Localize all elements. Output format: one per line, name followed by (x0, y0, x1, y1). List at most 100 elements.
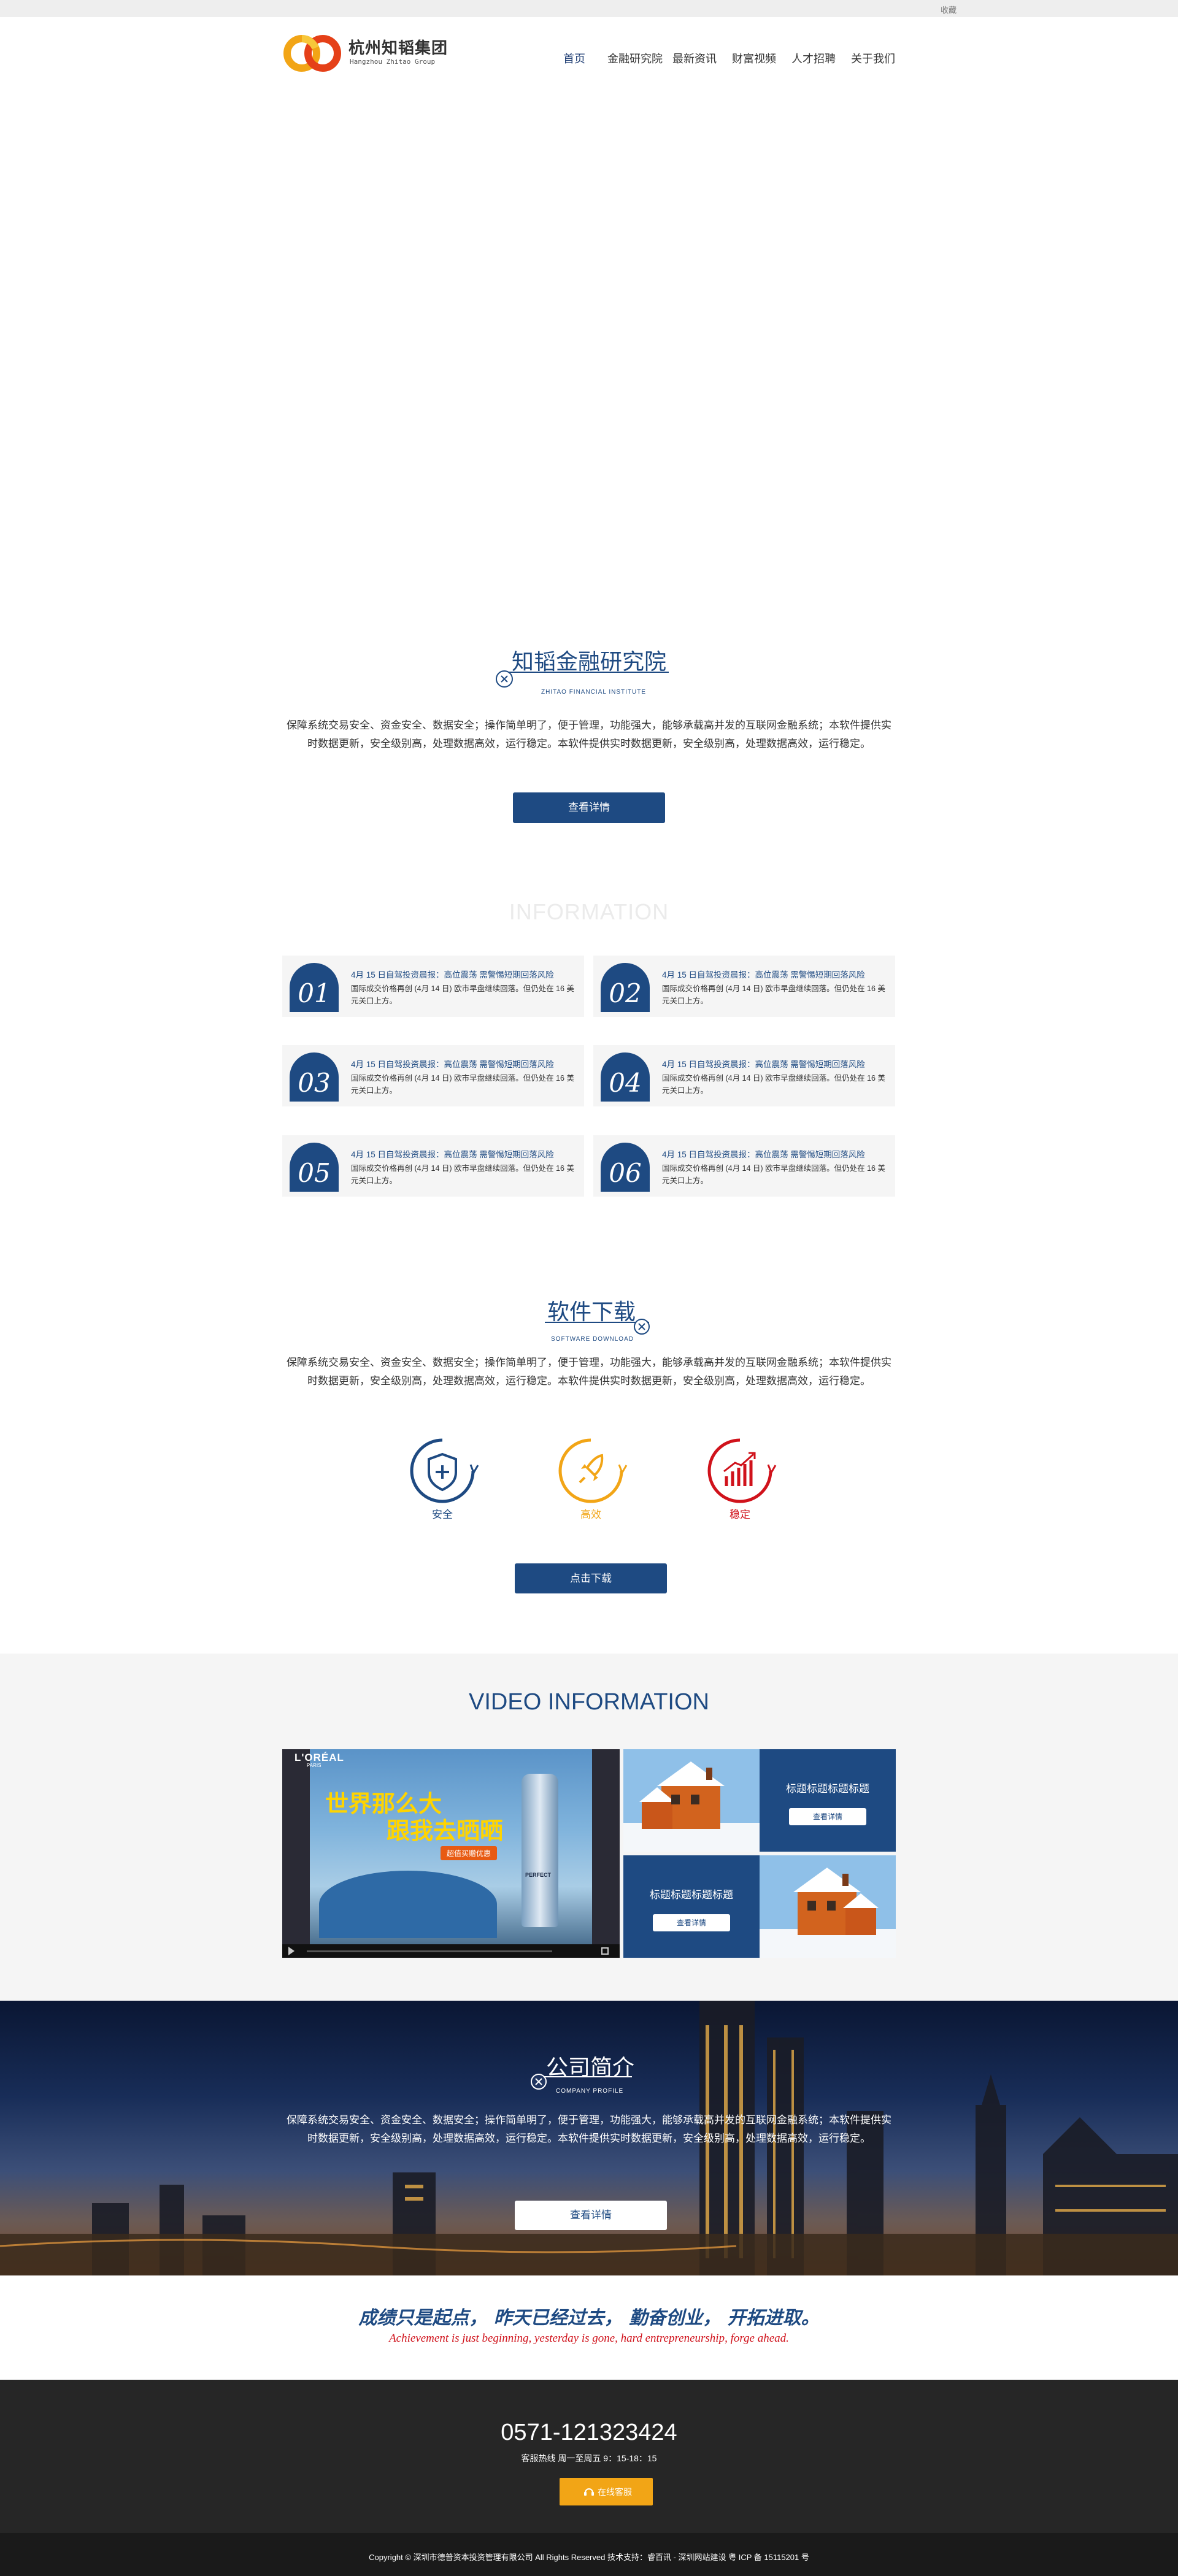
feature-stable: 稳定 (697, 1437, 783, 1529)
nav-news[interactable]: 最新资讯 (672, 50, 717, 66)
number-badge-icon: 03 (290, 1052, 339, 1102)
number-badge-icon: 06 (601, 1143, 650, 1192)
video-title: VIDEO INFORMATION (469, 1689, 709, 1715)
logo-subtext: Hangzhou Zhitao Group (350, 58, 436, 66)
house-snow-icon (623, 1761, 760, 1852)
about-title: 公司简介 (546, 2055, 635, 2080)
institute-paragraph: 保障系统交易安全、资金安全、数据安全；操作简单明了，便于管理，功能强大，能够承载… (287, 719, 891, 749)
rocket-icon (558, 1438, 628, 1503)
about-subtitle: COMPANY PROFILE (556, 2088, 624, 2095)
feature-stable-label: 稳定 (730, 1509, 750, 1520)
video-tile-1-panel[interactable]: 标题标题标题标题 查看详情 (760, 1749, 896, 1852)
progress-bar[interactable] (307, 1950, 552, 1952)
info-card-number: 06 (609, 1158, 641, 1188)
logo[interactable]: 杭州知韬集团 Hangzhou Zhitao Group (283, 32, 447, 75)
video-tile-2-title: 标题标题标题标题 (650, 1889, 733, 1901)
about-section: 公司简介 COMPANY PROFILE 保障系统交易安全、资金安全、数据安全；… (0, 2001, 1178, 2275)
software-title-block: 软件下载 SOFTWARE DOWNLOAD (540, 1293, 663, 1348)
ad-brand-sub: PARIS (307, 1763, 321, 1768)
feature-efficient-label: 高效 (580, 1509, 601, 1520)
play-icon[interactable] (288, 1947, 294, 1955)
ad-headline-2: 跟我去晒晒 (387, 1819, 504, 1844)
info-card-number: 02 (609, 978, 641, 1008)
ad-globe (319, 1871, 497, 1938)
house-snow-icon (760, 1868, 896, 1958)
video-section: VIDEO INFORMATION L'ORÉAL PARIS 世界那么大 跟我… (0, 1654, 1178, 2001)
info-card-headline[interactable]: 4月 15 日自驾投资晨报：高位震荡 需警惕短期回落风险 (662, 1057, 889, 1070)
nav-videos[interactable]: 财富视频 (732, 50, 776, 66)
info-card-body: 国际成交价格再创 (4月 14 日) 欧市早盘继续回落。但仍处在 16 美元关口… (662, 1074, 885, 1095)
video-tile-2-panel[interactable]: 标题标题标题标题 查看详情 (623, 1855, 760, 1958)
institute-title-block: 知韬金融研究院 ZHITAO FINANCIAL INSTITUTE (491, 641, 687, 702)
info-card-number: 03 (298, 1068, 330, 1098)
nav-institute[interactable]: 金融研究院 (607, 50, 663, 66)
institute-detail-button[interactable]: 查看详情 (513, 792, 665, 823)
online-service-button[interactable]: 在线客服 (560, 2478, 653, 2505)
info-card-body: 国际成交价格再创 (4月 14 日) 欧市早盘继续回落。但仍处在 16 美元关口… (351, 1164, 574, 1185)
info-card[interactable]: 02 4月 15 日自驾投资晨报：高位震荡 需警惕短期回落风险国际成交价格再创 (… (593, 956, 895, 1017)
software-subtitle: SOFTWARE DOWNLOAD (551, 1336, 634, 1343)
info-card-body: 国际成交价格再创 (4月 14 日) 欧市早盘继续回落。但仍处在 16 美元关口… (662, 1164, 885, 1185)
nav-jobs[interactable]: 人才招聘 (791, 50, 836, 66)
number-badge-icon: 01 (290, 963, 339, 1012)
software-download-button[interactable]: 点击下载 (515, 1563, 667, 1593)
video-tile-1-image[interactable] (623, 1749, 760, 1852)
information-title: INFORMATION (509, 899, 669, 924)
favorite-link[interactable]: 收藏 (941, 4, 957, 15)
video-tile-2-image[interactable] (760, 1855, 896, 1958)
info-card-body: 国际成交价格再创 (4月 14 日) 欧市早盘继续回落。但仍处在 16 美元关口… (351, 984, 574, 1005)
copyright-text: Copyright © 深圳市德普资本投资管理有限公司 All Rights R… (369, 2553, 809, 2562)
feature-efficient: 高效 (548, 1437, 634, 1529)
hero-banner (0, 86, 1178, 613)
info-card-body: 国际成交价格再创 (4月 14 日) 欧市早盘继续回落。但仍处在 16 美元关口… (662, 984, 885, 1005)
info-card-headline[interactable]: 4月 15 日自驾投资晨报：高位震荡 需警惕短期回落风险 (351, 968, 578, 980)
software-title: 软件下载 (547, 1299, 636, 1324)
info-card-number: 04 (609, 1068, 641, 1098)
nav-home[interactable]: 首页 (563, 50, 585, 66)
footer-hours: 客服热线 周一至周五 9：15-18：15 (521, 2453, 657, 2463)
slogan-section: 成绩只是起点， 昨天已经过去， 勤奋创业， 开拓进取。 Achievement … (0, 2275, 1178, 2380)
info-card-headline[interactable]: 4月 15 日自驾投资晨报：高位震荡 需警惕短期回落风险 (662, 1148, 889, 1160)
info-card[interactable]: 06 4月 15 日自驾投资晨报：高位震荡 需警惕短期回落风险国际成交价格再创 (… (593, 1135, 895, 1197)
about-title-block: 公司简介 COMPANY PROFILE (528, 2050, 650, 2099)
info-card-headline[interactable]: 4月 15 日自驾投资晨报：高位震荡 需警惕短期回落风险 (662, 968, 889, 980)
software-paragraph: 保障系统交易安全、资金安全、数据安全；操作简单明了，便于管理，功能强大，能够承载… (287, 1357, 891, 1387)
online-service-label: 在线客服 (598, 2487, 632, 2497)
info-card[interactable]: 04 4月 15 日自驾投资晨报：高位震荡 需警惕短期回落风险国际成交价格再创 (… (593, 1045, 895, 1106)
video-tile-1-title: 标题标题标题标题 (786, 1783, 869, 1795)
bar-chart-icon (707, 1438, 777, 1503)
info-card-number: 05 (298, 1158, 330, 1188)
footer-phone: 0571-121323424 (501, 2420, 677, 2445)
ad-product-label: PERFECT (525, 1872, 552, 1878)
institute-subtitle: ZHITAO FINANCIAL INSTITUTE (541, 689, 647, 696)
headset-icon (584, 2488, 594, 2496)
video-tile-2-button[interactable]: 查看详情 (653, 1914, 730, 1931)
logo-mark-icon (283, 35, 341, 72)
feature-security-label: 安全 (432, 1509, 453, 1520)
nav-about[interactable]: 关于我们 (851, 50, 895, 66)
shield-plus-icon (410, 1438, 479, 1503)
info-card-headline[interactable]: 4月 15 日自驾投资晨报：高位震荡 需警惕短期回落风险 (351, 1057, 578, 1070)
institute-title: 知韬金融研究院 (512, 649, 667, 674)
video-controls[interactable] (282, 1944, 620, 1958)
ad-brand: L'ORÉAL (294, 1752, 344, 1763)
footer: 0571-121323424 客服热线 周一至周五 9：15-18：15 在线客… (0, 2380, 1178, 2533)
top-strip: 收藏 (0, 0, 1178, 17)
number-badge-icon: 05 (290, 1143, 339, 1192)
info-card-body: 国际成交价格再创 (4月 14 日) 欧市早盘继续回落。但仍处在 16 美元关口… (351, 1074, 574, 1095)
video-player[interactable]: L'ORÉAL PARIS 世界那么大 跟我去晒晒 超值买赠优惠 PERFECT (282, 1749, 620, 1958)
info-card-headline[interactable]: 4月 15 日自驾投资晨报：高位震荡 需警惕短期回落风险 (351, 1148, 578, 1160)
ad-product-bottle: PERFECT (522, 1774, 558, 1927)
info-card[interactable]: 01 4月 15 日自驾投资晨报：高位震荡 需警惕短期回落风险国际成交价格再创 (… (282, 956, 584, 1017)
slogan-cn: 成绩只是起点， 昨天已经过去， 勤奋创业， 开拓进取。 (358, 2307, 820, 2329)
slogan-en: Achievement is just beginning, yesterday… (389, 2332, 789, 2345)
number-badge-icon: 04 (601, 1052, 650, 1102)
ad-badge: 超值买赠优惠 (441, 1846, 498, 1860)
info-card[interactable]: 03 4月 15 日自驾投资晨报：高位震荡 需警惕短期回落风险国际成交价格再创 (… (282, 1045, 584, 1106)
video-tile-1-button[interactable]: 查看详情 (789, 1808, 866, 1825)
logo-text: 杭州知韬集团 (348, 39, 448, 58)
about-detail-button[interactable]: 查看详情 (515, 2201, 667, 2230)
about-paragraph: 保障系统交易安全、资金安全、数据安全；操作简单明了，便于管理，功能强大，能够承载… (287, 2114, 891, 2144)
info-card[interactable]: 05 4月 15 日自驾投资晨报：高位震荡 需警惕短期回落风险国际成交价格再创 (… (282, 1135, 584, 1197)
fullscreen-icon[interactable] (601, 1947, 609, 1955)
